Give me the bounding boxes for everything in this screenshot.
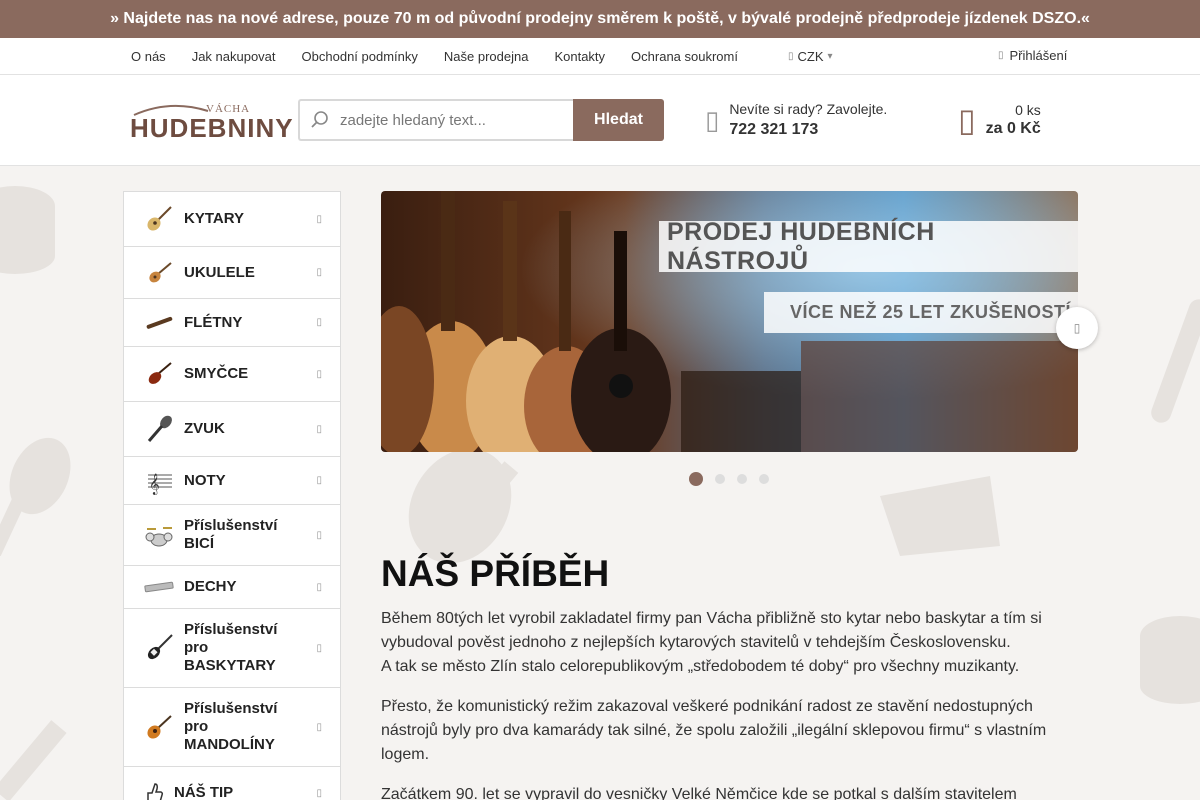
category-notes[interactable]: 𝄞 NOTY ▯ [124,457,340,505]
category-winds[interactable]: DECHY ▯ [124,566,340,609]
chevron-right-icon: ▯ [316,787,322,799]
cart-price: za 0 Kč [985,120,1041,137]
chevron-right-icon: ▯ [316,317,322,328]
notice-bar: » Najdete nas na nové adrese, pouze 70 m… [0,0,1200,38]
category-strings[interactable]: SMYČCE ▯ [124,347,340,402]
chevron-right-icon: ▯ [316,529,322,541]
category-bass-accessories[interactable]: Příslušenství pro BASKYTARY ▯ [124,609,340,688]
nav-link-contacts[interactable]: Kontakty [541,49,618,64]
drums-icon [144,520,174,550]
chevron-right-icon: ▯ [316,213,322,225]
ukulele-icon [144,258,174,288]
phone-icon: ▯ [705,104,720,135]
category-label: NÁŠ TIP [174,784,234,800]
category-label: KYTARY [184,210,244,227]
banner-title: PRODEJ HUDEBNÍCH NÁSTROJŮ [659,218,1078,275]
category-flutes[interactable]: FLÉTNY ▯ [124,299,340,347]
story-paragraph-1: Během 80tých let vyrobil zakladatel firm… [381,607,1061,679]
user-icon: ▯ [998,50,1004,61]
category-ukulele[interactable]: UKULELE ▯ [124,247,340,299]
category-label: FLÉTNY [184,313,243,331]
slide-dot-4[interactable] [759,474,769,484]
thumbs-up-icon [144,778,164,800]
category-label: ZVUK [184,420,225,437]
chevron-right-icon: ▯ [316,721,322,733]
category-label: SMYČCE [184,365,249,382]
category-our-tip[interactable]: NÁŠ TIP ▯ [124,767,340,800]
story-paragraph-2: Přesto, že komunistický režim zakazoval … [381,698,1047,763]
nav-link-privacy[interactable]: Ochrana soukromí [618,49,751,64]
banner-next-button[interactable]: ▯ [1056,307,1098,349]
chevron-right-icon: ▯ [316,475,322,486]
story-paragraph-1a: Během 80tých let vyrobil zakladatel firm… [381,610,1042,651]
nav-link-about[interactable]: O nás [118,49,179,64]
phone-number[interactable]: 722 321 173 [729,121,887,139]
violin-icon [144,359,174,389]
story-heading: NÁŠ PŘÍBĚH [381,553,610,594]
story-paragraph-3: Začátkem 90. let se vypravil do vesničky… [381,786,1017,800]
currency-icon: ▯ [788,51,794,62]
chevron-right-icon: ▯ [316,267,322,278]
harmonica-icon [144,572,174,602]
slide-dot-3[interactable] [737,474,747,484]
story-paragraph-1b: A tak se město Zlín stalo celorepublikov… [381,658,1020,675]
chevron-right-icon: ▯ [1073,321,1081,335]
phone-contact: ▯ Nevíte si rady? Zavolejte. 722 321 173 [705,101,887,139]
login-link[interactable]: ▯ Přihlášení [998,48,1067,63]
chevron-right-icon: ▯ [316,368,322,380]
login-label: Přihlášení [1009,48,1068,63]
hero-banner[interactable]: PRODEJ HUDEBNÍCH NÁSTROJŮ VÍCE NEŽ 25 LE… [381,191,1078,452]
category-drum-accessories[interactable]: Příslušenství BICÍ ▯ [124,505,340,566]
category-label: Příslušenství BICÍ [184,517,278,552]
search-input[interactable] [340,111,560,129]
search-icon [311,111,328,128]
bass-guitar-icon [144,633,174,663]
chevron-right-icon: ▯ [316,642,322,654]
chevron-right-icon: ▯ [316,423,322,435]
guitar-icon [144,204,174,234]
cart-count: 0 ks [1015,102,1041,118]
utility-nav: O nás Jak nakupovat Obchodní podmínky Na… [0,38,1200,75]
search-field [298,99,573,141]
logo-hudebniny: HUDEBNINY [130,113,294,143]
banner-subtitle: VÍCE NEŽ 25 LET ZKUŠENOSTÍ [764,292,1078,333]
chevron-right-icon: ▯ [316,581,322,593]
category-label: UKULELE [184,263,255,281]
notes-icon: 𝄞 [144,466,174,496]
story-section: NÁŠ PŘÍBĚH Během 80tých let vyrobil zakl… [381,553,1061,800]
nav-link-how-to-buy[interactable]: Jak nakupovat [179,49,289,64]
search-button[interactable]: Hledat [573,99,664,141]
chevron-down-icon: ▾ [827,51,833,62]
category-label: NOTY [184,471,226,489]
category-guitars[interactable]: KYTARY ▯ [124,192,340,247]
category-mandolin-accessories[interactable]: Příslušenství pro MANDOLÍNY ▯ [124,688,340,767]
cart-icon: ▯ [958,102,976,138]
cart-summary[interactable]: ▯ 0 ks za 0 Kč [958,101,1041,139]
microphone-icon [144,414,174,444]
svg-text:𝄞: 𝄞 [149,474,160,495]
flute-icon [144,308,174,338]
utility-links: O nás Jak nakupovat Obchodní podmínky Na… [118,38,751,75]
category-sidebar: KYTARY ▯ UKULELE ▯ FLÉTNY ▯ SMYČCE ▯ ZVU… [123,191,341,800]
slide-dot-1[interactable] [689,472,703,486]
site-header: VÁCHA HUDEBNINY Hledat ▯ Nevíte si rady?… [0,75,1200,166]
category-sound[interactable]: ZVUK ▯ [124,402,340,457]
category-label: DECHY [184,578,237,595]
banner-pagination [689,472,769,486]
phone-label: Nevíte si rady? Zavolejte. [729,101,888,117]
nav-link-store[interactable]: Naše prodejna [431,49,542,64]
slide-dot-2[interactable] [715,474,725,484]
category-label: Příslušenství pro MANDOLÍNY [184,700,278,753]
category-label: Příslušenství pro BASKYTARY [184,621,278,674]
search-bar: Hledat [298,99,664,141]
notice-text: » Najdete nas na nové adrese, pouze 70 m… [110,10,1090,27]
logo[interactable]: VÁCHA HUDEBNINY [130,101,293,143]
currency-label: CZK [797,49,824,64]
currency-selector[interactable]: ▯ CZK ▾ [788,49,833,64]
nav-link-terms[interactable]: Obchodní podmínky [289,49,431,64]
mandolin-icon [144,712,174,742]
